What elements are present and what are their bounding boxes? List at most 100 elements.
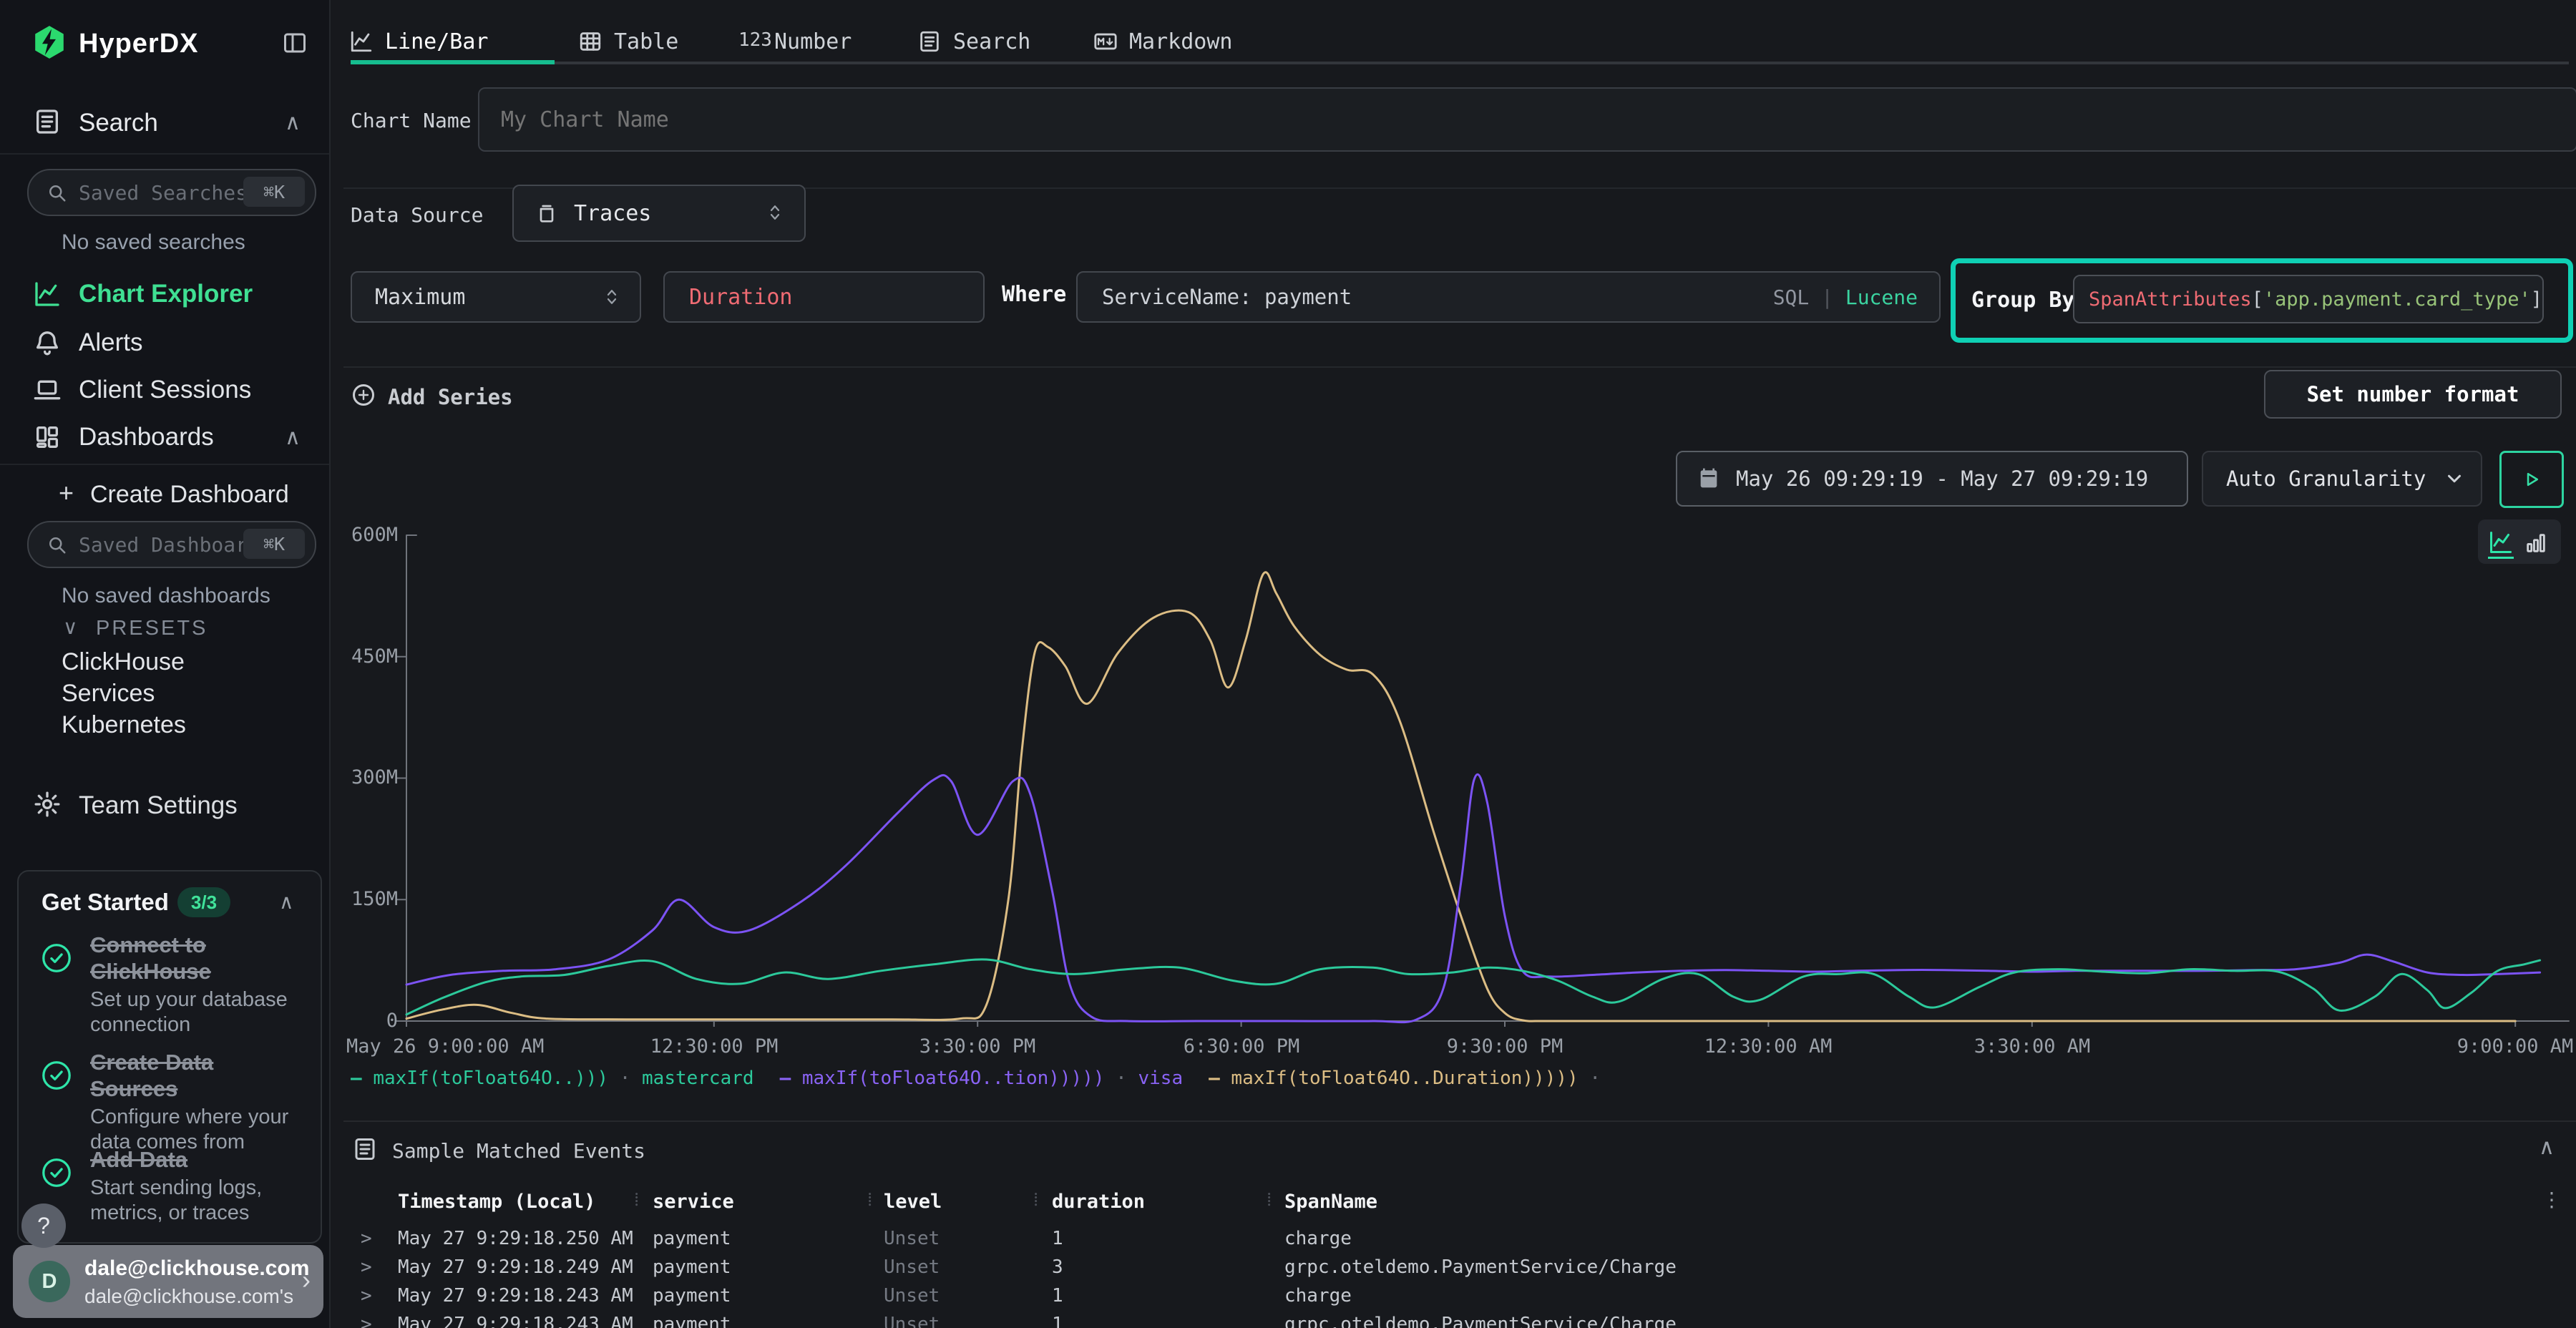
table-row[interactable]: >May 27 9:29:18.243 AMpaymentUnset1charg… bbox=[343, 1284, 2576, 1312]
tab-table[interactable]: Table bbox=[578, 26, 678, 57]
data-source-select[interactable]: Traces bbox=[512, 185, 806, 242]
chart-legend[interactable]: — maxIf(toFloat64O..))) · mastercard — ma… bbox=[351, 1068, 1626, 1089]
y-tick-label: 600M bbox=[346, 524, 398, 546]
get-started-item-text: Add DataStart sending logs, metrics, or … bbox=[90, 1146, 305, 1226]
saved-dashboards-input[interactable]: Saved Dashboards ⌘K bbox=[27, 521, 316, 568]
sidebar-section-search[interactable]: Search bbox=[79, 109, 158, 137]
table-row[interactable]: >May 27 9:29:18.249 AMpaymentUnset3grpc.… bbox=[343, 1255, 2576, 1284]
get-started-item[interactable]: Connect to ClickHouseSet up your databas… bbox=[40, 932, 305, 1038]
cell-timestamplocal: May 27 9:29:18.249 AM bbox=[398, 1256, 633, 1278]
where-label: Where bbox=[1002, 282, 1066, 307]
section-collapse-icon[interactable]: ∧ bbox=[285, 425, 301, 450]
column-header-spanname[interactable]: SpanName bbox=[1284, 1191, 1377, 1213]
presets-label[interactable]: PRESETS bbox=[96, 617, 208, 640]
set-number-format-label: Set number format bbox=[2307, 382, 2519, 406]
x-tick-label: 9:30:00 PM bbox=[1447, 1035, 1563, 1058]
granularity-select[interactable]: Auto Granularity bbox=[2202, 451, 2482, 507]
tab-linebar[interactable]: Line/Bar bbox=[349, 26, 489, 57]
presets-collapse-icon[interactable]: ∨ bbox=[63, 615, 78, 639]
field-input[interactable]: Duration bbox=[663, 271, 985, 323]
divider bbox=[343, 366, 2576, 368]
x-tick-label: 6:30:00 PM bbox=[1184, 1035, 1300, 1058]
cell-spanname: charge bbox=[1284, 1285, 1352, 1307]
preset-item-clickhouse[interactable]: ClickHouse bbox=[62, 648, 185, 676]
hyperdx-chart-explorer: HyperDX Search ∧ Saved Searches ⌘K No sa… bbox=[0, 0, 2576, 1328]
sidebar-item-chart-explorer[interactable]: Chart Explorer bbox=[0, 272, 329, 316]
sidebar-item-client-sessions[interactable]: Client Sessions bbox=[0, 368, 329, 412]
group-by-token: 'app.payment.card_type' bbox=[2263, 288, 2531, 311]
table-row[interactable]: >May 27 9:29:18.243 AMpaymentUnset1grpc.… bbox=[343, 1312, 2576, 1328]
table-row[interactable]: >May 27 9:29:18.250 AMpaymentUnset1charg… bbox=[343, 1226, 2576, 1255]
row-expand-icon[interactable]: > bbox=[361, 1256, 372, 1278]
column-header-timestamplocal[interactable]: Timestamp (Local) bbox=[398, 1191, 595, 1213]
legend-entry-ungrouped[interactable]: — maxIf(toFloat64O..Duration))))) · bbox=[1209, 1068, 1601, 1089]
legend-expr: maxIf(toFloat64O..tion))))) bbox=[802, 1068, 1105, 1089]
sidebar-item-label: Dashboards bbox=[79, 423, 214, 451]
tab-label: Line/Bar bbox=[385, 29, 489, 54]
laptop-icon bbox=[33, 376, 62, 404]
events-table-menu-icon[interactable]: ⋮ bbox=[2542, 1188, 2562, 1211]
preset-item-services[interactable]: Services bbox=[62, 680, 155, 708]
tab-label: Search bbox=[953, 29, 1030, 54]
column-header-level[interactable]: level bbox=[884, 1191, 942, 1213]
check-circle-icon bbox=[40, 1156, 73, 1189]
column-divider[interactable]: ⁞ bbox=[634, 1189, 639, 1211]
markdown-icon bbox=[1093, 29, 1118, 54]
user-subtext: dale@clickhouse.com's bbox=[84, 1285, 293, 1308]
get-started-item[interactable]: Create Data SourcesConfigure where your … bbox=[40, 1049, 305, 1155]
collapse-sidebar-icon[interactable] bbox=[280, 30, 309, 56]
create-dashboard-button[interactable]: Create Dashboard bbox=[90, 481, 289, 509]
y-tick-label: 0 bbox=[346, 1010, 398, 1032]
preset-item-kubernetes[interactable]: Kubernetes bbox=[62, 711, 186, 739]
date-range-picker[interactable]: May 26 09:29:19 - May 27 09:29:19 bbox=[1676, 451, 2188, 507]
legend-entry-visa[interactable]: — maxIf(toFloat64O..tion))))) · visa bbox=[780, 1068, 1184, 1089]
y-tick-label: 150M bbox=[346, 888, 398, 910]
column-header-service[interactable]: service bbox=[653, 1191, 734, 1213]
group-by-input[interactable]: SpanAttributes['app.payment.card_type'] bbox=[2073, 275, 2544, 323]
events-panel-collapse-icon[interactable]: ∧ bbox=[2539, 1135, 2555, 1160]
sidebar: HyperDX Search ∧ Saved Searches ⌘K No sa… bbox=[0, 0, 331, 1328]
get-started-item[interactable]: Add DataStart sending logs, metrics, or … bbox=[40, 1146, 305, 1226]
sidebar-item-team-settings[interactable]: Team Settings bbox=[79, 791, 238, 820]
tab-label: Table bbox=[614, 29, 678, 54]
column-header-duration[interactable]: duration bbox=[1052, 1191, 1145, 1213]
legend-entry-mastercard[interactable]: — maxIf(toFloat64O..))) · mastercard bbox=[351, 1068, 754, 1089]
tab-number[interactable]: 123Number bbox=[738, 26, 852, 57]
query-language-toggle[interactable]: SQL | Lucene bbox=[1773, 285, 1918, 309]
get-started-collapse-icon[interactable]: ∧ bbox=[279, 890, 294, 914]
legend-dash: — bbox=[1209, 1068, 1231, 1089]
aggregation-select[interactable]: Maximum bbox=[351, 271, 641, 323]
column-divider[interactable]: ⁞ bbox=[1267, 1189, 1272, 1211]
tab-markdown[interactable]: Markdown bbox=[1093, 26, 1233, 57]
user-menu[interactable]: D dale@clickhouse.com dale@clickhouse.co… bbox=[13, 1245, 323, 1318]
set-number-format-button[interactable]: Set number format bbox=[2264, 370, 2562, 419]
get-started-item-text: Create Data SourcesConfigure where your … bbox=[90, 1049, 305, 1155]
sidebar-item-dashboards[interactable]: Dashboards ∧ bbox=[0, 415, 329, 459]
line-chart-icon bbox=[33, 280, 62, 308]
tab-search[interactable]: Search bbox=[917, 26, 1030, 57]
cell-duration: 3 bbox=[1052, 1256, 1063, 1278]
help-button[interactable]: ? bbox=[21, 1204, 66, 1248]
run-query-button[interactable] bbox=[2499, 451, 2564, 508]
row-expand-icon[interactable]: > bbox=[361, 1228, 372, 1249]
chevron-updown-icon bbox=[764, 202, 786, 223]
sql-toggle[interactable]: SQL bbox=[1773, 285, 1810, 309]
add-series-button[interactable]: Add Series bbox=[388, 385, 513, 409]
chart-name-input[interactable] bbox=[478, 87, 2576, 152]
saved-searches-input[interactable]: Saved Searches ⌘K bbox=[27, 169, 316, 216]
group-by-token: [ bbox=[2252, 288, 2263, 311]
column-divider[interactable]: ⁞ bbox=[867, 1189, 872, 1211]
search-section-collapse-icon[interactable]: ∧ bbox=[285, 110, 301, 135]
where-input[interactable]: ServiceName: payment SQL | Lucene bbox=[1076, 271, 1941, 323]
row-expand-icon[interactable]: > bbox=[361, 1285, 372, 1307]
sidebar-item-alerts[interactable]: Alerts bbox=[0, 321, 329, 365]
plus-circle-icon bbox=[351, 382, 376, 408]
column-divider[interactable]: ⁞ bbox=[1033, 1189, 1038, 1211]
get-started-item-title: Create Data Sources bbox=[90, 1049, 305, 1102]
sidebar-item-label: Alerts bbox=[79, 328, 142, 357]
lucene-toggle[interactable]: Lucene bbox=[1845, 285, 1918, 309]
check-circle-icon bbox=[40, 1059, 73, 1092]
timeseries-chart[interactable] bbox=[343, 526, 2576, 1027]
get-started-item-desc: Set up your database connection bbox=[90, 987, 305, 1038]
row-expand-icon[interactable]: > bbox=[361, 1314, 372, 1328]
